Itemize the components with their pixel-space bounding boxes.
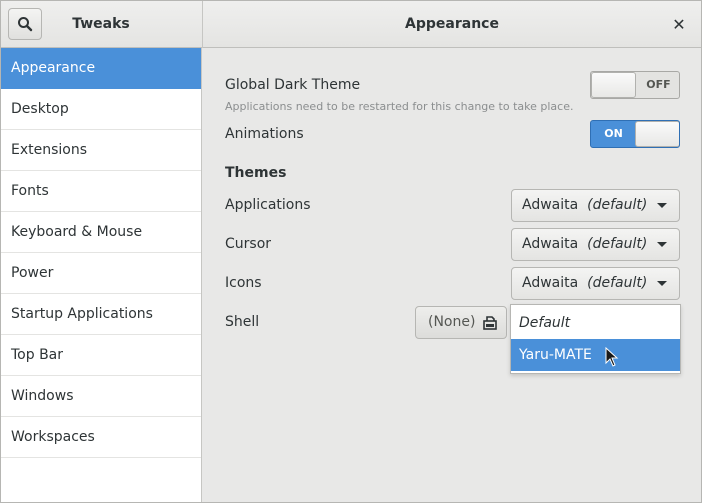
combo-default-suffix: (default)	[582, 275, 648, 291]
sidebar-item-appearance[interactable]: Appearance	[1, 48, 201, 89]
search-icon	[18, 17, 33, 32]
icons-theme-combo[interactable]: Adwaita (default)	[511, 267, 680, 300]
file-open-icon	[483, 316, 497, 330]
combo-value: Adwaita	[522, 275, 579, 291]
sidebar-item-workspaces[interactable]: Workspaces	[1, 417, 201, 458]
shell-theme-file-button[interactable]: (None)	[415, 306, 507, 339]
sidebar-item-extensions[interactable]: Extensions	[1, 130, 201, 171]
chevron-down-icon	[657, 242, 667, 247]
sidebar-item-top-bar[interactable]: Top Bar	[1, 335, 201, 376]
cursor-label: Cursor	[225, 236, 272, 252]
dark-theme-label: Global Dark Theme	[225, 77, 361, 93]
combo-value: Adwaita	[522, 197, 579, 213]
chevron-down-icon	[657, 203, 667, 208]
tweaks-window: Tweaks Appearance ✕ Appearance Desktop E…	[0, 0, 702, 503]
chevron-down-icon	[657, 281, 667, 286]
sidebar-item-desktop[interactable]: Desktop	[1, 89, 201, 130]
sidebar-item-fonts[interactable]: Fonts	[1, 171, 201, 212]
animations-switch[interactable]: ON	[590, 120, 680, 148]
applications-label: Applications	[225, 197, 311, 213]
combo-default-suffix: (default)	[582, 236, 648, 252]
switch-state-label: ON	[604, 127, 623, 140]
sidebar-item-startup-applications[interactable]: Startup Applications	[1, 294, 201, 335]
dropdown-option-default[interactable]: Default	[511, 307, 680, 339]
sidebar-item-power[interactable]: Power	[1, 253, 201, 294]
combo-default-suffix: (default)	[582, 197, 648, 213]
animations-label: Animations	[225, 126, 304, 142]
shell-label: Shell	[225, 314, 260, 330]
switch-state-label: OFF	[646, 78, 671, 91]
app-title: Tweaks	[72, 16, 130, 32]
switch-knob	[591, 72, 636, 98]
shell-value: (None)	[428, 314, 476, 330]
main-panel: Global Dark Theme Applications need to b…	[203, 48, 701, 502]
cursor-theme-combo[interactable]: Adwaita (default)	[511, 228, 680, 261]
page-title: Appearance	[405, 16, 499, 32]
header-bar: Tweaks Appearance ✕	[1, 1, 701, 48]
search-button[interactable]	[8, 8, 42, 40]
close-button[interactable]: ✕	[665, 10, 693, 38]
applications-theme-combo[interactable]: Adwaita (default)	[511, 189, 680, 222]
mouse-pointer-icon	[605, 347, 619, 367]
switch-knob	[635, 121, 679, 147]
themes-section-title: Themes	[225, 165, 287, 181]
dropdown-option-label: Yaru-MATE	[519, 347, 592, 363]
close-icon: ✕	[672, 14, 686, 34]
dark-theme-switch[interactable]: OFF	[590, 71, 680, 99]
icons-label: Icons	[225, 275, 262, 291]
dark-theme-note: Applications need to be restarted for th…	[225, 100, 574, 113]
sidebar-item-keyboard-mouse[interactable]: Keyboard & Mouse	[1, 212, 201, 253]
combo-value: Adwaita	[522, 236, 579, 252]
dropdown-option-yaru-mate[interactable]: Yaru-MATE	[511, 339, 680, 371]
icons-theme-dropdown-menu: Default Yaru-MATE	[510, 304, 681, 374]
sidebar-item-windows[interactable]: Windows	[1, 376, 201, 417]
sidebar: Appearance Desktop Extensions Fonts Keyb…	[1, 48, 202, 502]
